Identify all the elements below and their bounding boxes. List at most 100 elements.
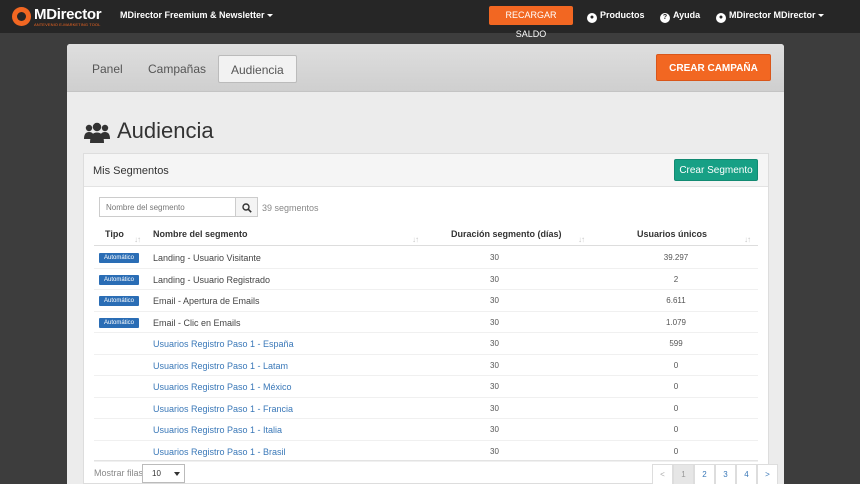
user-label: MDirector MDirector	[729, 10, 816, 20]
table-footer-divider	[94, 460, 758, 461]
table-row: Usuarios Registro Paso 1 - Latam 30 0	[94, 355, 758, 376]
segment-name-link[interactable]: Usuarios Registro Paso 1 - Latam	[153, 361, 288, 371]
chevron-down-icon	[266, 14, 273, 18]
table-header: Tipo ↓↑ Nombre del segmento ↓↑ Duración …	[94, 224, 758, 246]
rows-per-page-select[interactable]: 10	[142, 464, 185, 483]
column-name[interactable]: Nombre del segmento	[153, 229, 248, 239]
table-row: Automático Landing - Usuario Registrado …	[94, 269, 758, 290]
chevron-down-icon	[174, 472, 180, 476]
users-icon	[84, 122, 110, 143]
column-users[interactable]: Usuarios únicos	[637, 229, 707, 239]
table-row: Usuarios Registro Paso 1 - España 30 599	[94, 333, 758, 355]
search-button[interactable]	[235, 197, 258, 217]
column-duration[interactable]: Duración segmento (días)	[451, 229, 562, 239]
account-menu[interactable]: MDirector Freemium & Newsletter	[120, 10, 273, 20]
segment-users: 0	[673, 403, 679, 413]
chevron-down-icon	[817, 14, 824, 18]
table-row: Usuarios Registro Paso 1 - Brasil 30 0	[94, 441, 758, 462]
table-row: Usuarios Registro Paso 1 - Francia 30 0	[94, 398, 758, 419]
pagination-page[interactable]: 4	[736, 464, 757, 484]
segment-count: 39 segmentos	[262, 203, 319, 213]
automatic-badge: Automático	[99, 317, 139, 328]
segment-name-link[interactable]: Usuarios Registro Paso 1 - México	[153, 382, 292, 392]
automatic-badge: Automático	[99, 253, 139, 263]
segment-users: 0	[673, 425, 679, 434]
table-row: Usuarios Registro Paso 1 - Italia 30 0	[94, 419, 758, 441]
create-campaign-button[interactable]: CREAR CAMPAÑA	[656, 54, 771, 81]
segment-duration: 30	[490, 274, 499, 284]
segment-name-link[interactable]: Usuarios Registro Paso 1 - Francia	[153, 404, 293, 414]
segment-duration: 30	[490, 296, 499, 305]
recharge-balance-button[interactable]: RECARGAR SALDO	[489, 6, 573, 39]
logo-tagline: ANTEVENIO E-MARKETING TOOL	[34, 22, 101, 27]
sort-icon[interactable]: ↓↑	[744, 235, 751, 244]
segment-search	[99, 197, 258, 217]
segment-name-link[interactable]: Usuarios Registro Paso 1 - Italia	[153, 425, 282, 435]
segment-users: 6.611	[666, 296, 686, 305]
segment-duration: 30	[490, 403, 499, 413]
rows-per-page-label: Mostrar filas	[94, 468, 144, 478]
account-menu-label: MDirector Freemium & Newsletter	[120, 10, 265, 20]
segment-duration: 30	[490, 317, 499, 327]
user-icon: ●	[716, 13, 726, 23]
segment-duration: 30	[490, 360, 499, 370]
sort-icon[interactable]: ↓↑	[578, 235, 585, 244]
segment-users: 1.079	[665, 317, 687, 327]
automatic-badge: Automático	[99, 296, 139, 306]
tab-campaigns[interactable]: Campañas	[136, 55, 218, 83]
tab-panel[interactable]: Panel	[80, 55, 135, 83]
segment-users: 2	[673, 274, 679, 284]
automatic-badge: Automático	[99, 274, 139, 285]
tabs-bar: Panel Campañas Audiencia CREAR CAMPAÑA	[67, 44, 784, 92]
segment-duration: 30	[490, 253, 499, 262]
segment-name: Landing - Usuario Registrado	[153, 274, 271, 285]
sort-icon[interactable]: ↓↑	[412, 235, 419, 244]
pagination-page[interactable]: 3	[715, 464, 736, 484]
pagination-prev[interactable]: <	[652, 464, 673, 484]
segment-name: Landing - Usuario Visitante	[153, 253, 261, 263]
search-icon	[242, 203, 252, 213]
help-label: Ayuda	[673, 10, 701, 20]
column-type[interactable]: Tipo	[105, 229, 124, 239]
top-navbar: MDirector ANTEVENIO E-MARKETING TOOL MDi…	[0, 0, 860, 39]
products-icon: ●	[587, 13, 597, 23]
segment-duration: 30	[490, 446, 499, 456]
segment-users: 0	[673, 446, 679, 456]
pagination-page[interactable]: 2	[694, 464, 715, 484]
segment-search-input[interactable]	[99, 197, 236, 217]
tab-audience[interactable]: Audiencia	[218, 55, 297, 83]
segment-duration: 30	[490, 382, 499, 391]
help-icon: ?	[660, 13, 670, 23]
products-menu[interactable]: ● Productos	[587, 10, 645, 23]
segment-duration: 30	[490, 339, 499, 348]
segment-name: Email - Apertura de Emails	[153, 296, 260, 306]
main-panel: Panel Campañas Audiencia CREAR CAMPAÑA A…	[67, 44, 784, 484]
page-title-text: Audiencia	[117, 118, 214, 143]
help-menu[interactable]: ? Ayuda	[660, 10, 700, 23]
table-row: Usuarios Registro Paso 1 - México 30 0	[94, 376, 758, 398]
segment-users: 0	[673, 360, 679, 370]
pagination-page[interactable]: 1	[673, 464, 694, 484]
sort-icon[interactable]: ↓↑	[134, 235, 141, 244]
pagination-next[interactable]: >	[757, 464, 778, 484]
table-row: Automático Email - Apertura de Emails 30…	[94, 290, 758, 312]
products-label: Productos	[600, 10, 645, 20]
table-row: Automático Landing - Usuario Visitante 3…	[94, 247, 758, 269]
user-menu[interactable]: ● MDirector MDirector	[716, 10, 824, 23]
segment-name-link[interactable]: Usuarios Registro Paso 1 - España	[153, 339, 294, 349]
create-segment-button[interactable]: Crear Segmento	[674, 159, 758, 181]
logo-icon	[12, 7, 31, 26]
table-row: Automático Email - Clic en Emails 30 1.0…	[94, 312, 758, 333]
segment-users: 599	[669, 339, 683, 348]
rows-per-page-value: 10	[152, 469, 161, 478]
logo-text: MDirector	[34, 6, 102, 23]
segments-table-body: Automático Landing - Usuario Visitante 3…	[94, 247, 758, 462]
segments-header: Mis Segmentos Crear Segmento	[84, 154, 768, 187]
segment-name-link[interactable]: Usuarios Registro Paso 1 - Brasil	[153, 447, 286, 457]
segment-users: 0	[673, 382, 679, 391]
segments-box: Mis Segmentos Crear Segmento 39 segmento…	[83, 153, 778, 484]
segments-title: Mis Segmentos	[93, 165, 169, 177]
segment-duration: 30	[490, 425, 499, 434]
mdirector-logo[interactable]: MDirector ANTEVENIO E-MARKETING TOOL	[12, 5, 116, 29]
segment-name: Email - Clic en Emails	[153, 317, 241, 328]
